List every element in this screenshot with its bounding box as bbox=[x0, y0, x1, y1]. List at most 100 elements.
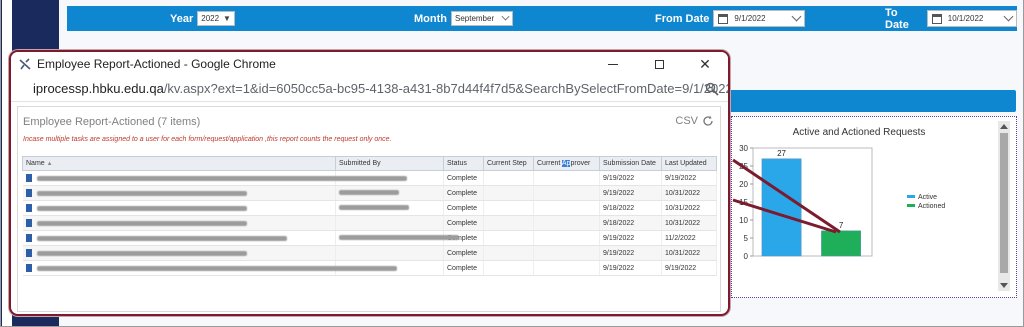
cell-last-updated: 9/19/2022 bbox=[661, 170, 717, 186]
cell-last-updated: 9/19/2022 bbox=[661, 260, 717, 276]
report-note: Incase multiple tasks are assigned to a … bbox=[23, 136, 392, 143]
panel-header bbox=[726, 90, 1016, 112]
cell-last-updated: 10/31/2022 bbox=[661, 245, 717, 261]
data-label: 27 bbox=[777, 149, 786, 158]
legend-swatch bbox=[907, 204, 915, 207]
table-row[interactable]: Complete 9/19/2022 9/19/2022 bbox=[22, 170, 717, 186]
month-value: September bbox=[454, 14, 495, 23]
cell-last-updated: 11/2/2022 bbox=[661, 230, 717, 246]
window-titlebar: Employee Report-Actioned - Google Chrome… bbox=[11, 52, 728, 76]
to-date-filter: To Date 10/1/2022 bbox=[885, 6, 1017, 31]
cell-name[interactable] bbox=[22, 215, 336, 231]
y-tick-label: 10 bbox=[739, 216, 748, 225]
from-date-filter: From Date 9/1/2022 bbox=[655, 6, 806, 31]
redacted-text bbox=[36, 236, 287, 241]
year-filter: Year 2022 ▼ bbox=[170, 6, 235, 31]
y-tick-label: 5 bbox=[744, 234, 749, 243]
y-tick-label: 30 bbox=[739, 144, 748, 153]
chart: Active and Actioned Requests 0 5 10 15 20 25 30… bbox=[739, 127, 945, 261]
table-row[interactable]: Complete 9/19/2022 11/2/2022 bbox=[22, 230, 717, 246]
column-header-submission-date[interactable]: Submission Date bbox=[599, 156, 662, 171]
table-row[interactable]: Complete 9/19/2022 10/31/2022 bbox=[22, 245, 717, 261]
redacted-text bbox=[339, 235, 459, 241]
cell-name[interactable] bbox=[22, 245, 336, 261]
maximize-button[interactable] bbox=[636, 52, 682, 76]
y-tick-label: 25 bbox=[739, 162, 748, 171]
to-date-input[interactable]: 10/1/2022 bbox=[926, 10, 1017, 27]
legend-swatch bbox=[907, 195, 915, 198]
table-row[interactable]: Complete 9/18/2022 10/31/2022 bbox=[22, 215, 717, 231]
cell-status: Complete bbox=[443, 200, 484, 216]
column-header-last-updated[interactable]: Last Updated bbox=[661, 156, 717, 171]
calendar-icon bbox=[931, 13, 942, 24]
from-date-input[interactable]: 9/1/2022 bbox=[713, 10, 806, 27]
cell-current-step bbox=[483, 215, 534, 231]
redacted-text bbox=[339, 190, 399, 196]
cell-submission-date: 9/19/2022 bbox=[599, 230, 662, 246]
data-label: 7 bbox=[839, 221, 844, 230]
year-label: Year bbox=[170, 12, 194, 25]
cell-name[interactable] bbox=[22, 185, 336, 201]
cell-current-step bbox=[483, 200, 534, 216]
y-tick-label: 20 bbox=[739, 180, 748, 189]
cell-status: Complete bbox=[443, 245, 484, 261]
document-icon bbox=[25, 264, 32, 272]
cell-submission-date: 9/19/2022 bbox=[599, 245, 662, 261]
year-select[interactable]: 2022 ▼ bbox=[197, 11, 235, 26]
cell-name[interactable] bbox=[22, 200, 336, 216]
column-label: prover bbox=[570, 160, 591, 167]
column-label: Current bbox=[537, 160, 562, 167]
from-date-label: From Date bbox=[655, 12, 710, 25]
redacted-text bbox=[36, 221, 247, 226]
minimize-button[interactable] bbox=[590, 52, 636, 76]
document-icon bbox=[25, 189, 32, 197]
cell-name[interactable] bbox=[22, 260, 397, 276]
document-icon bbox=[25, 234, 32, 242]
window-title: Employee Report-Actioned - Google Chrome bbox=[37, 57, 276, 71]
month-select[interactable]: September bbox=[450, 11, 513, 26]
table-row[interactable]: Complete 9/18/2022 10/31/2022 bbox=[22, 200, 717, 216]
column-header-name[interactable]: Name ▲ bbox=[22, 156, 336, 171]
zoom-icon[interactable] bbox=[705, 82, 719, 96]
document-icon bbox=[25, 174, 32, 182]
bar-actioned bbox=[821, 230, 861, 257]
column-header-current-approver[interactable]: Current Approver bbox=[533, 156, 600, 171]
redacted-text bbox=[339, 205, 409, 211]
cell-submitted-by bbox=[335, 245, 444, 261]
cell-current-step bbox=[483, 230, 534, 246]
table-row[interactable]: Complete 9/19/2022 9/19/2022 bbox=[22, 260, 717, 276]
cell-submitted-by bbox=[335, 215, 444, 231]
cell-submitted-by bbox=[335, 200, 444, 216]
to-date-value: 10/1/2022 bbox=[947, 14, 984, 23]
cell-name[interactable] bbox=[22, 170, 407, 186]
url-host: iprocessp.hbku.edu.qa bbox=[33, 81, 164, 96]
y-tick-label: 0 bbox=[744, 252, 749, 261]
cell-last-updated: 10/31/2022 bbox=[661, 200, 717, 216]
refresh-icon[interactable] bbox=[702, 115, 714, 127]
address-bar[interactable]: iprocessp.hbku.edu.qa/kv.aspx?ext=1&id=6… bbox=[11, 76, 728, 102]
redacted-text bbox=[36, 266, 397, 271]
table-row[interactable]: Complete 9/19/2022 10/31/2022 bbox=[22, 185, 717, 201]
cell-submission-date: 9/18/2022 bbox=[599, 215, 662, 231]
cell-last-updated: 10/31/2022 bbox=[661, 215, 717, 231]
redacted-text bbox=[36, 206, 247, 211]
cell-current-approver bbox=[533, 185, 600, 201]
column-header-current-step[interactable]: Current Step bbox=[483, 156, 534, 171]
column-header-submitted-by[interactable]: Submitted By bbox=[335, 156, 444, 171]
sort-icon: ▲ bbox=[46, 161, 53, 167]
column-header-status[interactable]: Status bbox=[443, 156, 484, 171]
cell-status: Complete bbox=[443, 185, 484, 201]
month-label: Month bbox=[414, 12, 447, 25]
cell-current-approver bbox=[533, 245, 600, 261]
document-icon bbox=[25, 219, 32, 227]
cell-current-step bbox=[483, 185, 534, 201]
cell-name[interactable] bbox=[22, 230, 336, 246]
cell-status: Complete bbox=[443, 170, 484, 186]
close-icon: ✕ bbox=[699, 55, 711, 72]
redacted-text bbox=[36, 191, 247, 196]
cell-current-approver bbox=[533, 170, 600, 186]
cell-current-approver bbox=[533, 215, 600, 231]
csv-button[interactable]: CSV bbox=[675, 115, 698, 127]
legend-label: Actioned bbox=[918, 203, 945, 210]
close-button[interactable]: ✕ bbox=[682, 52, 728, 76]
